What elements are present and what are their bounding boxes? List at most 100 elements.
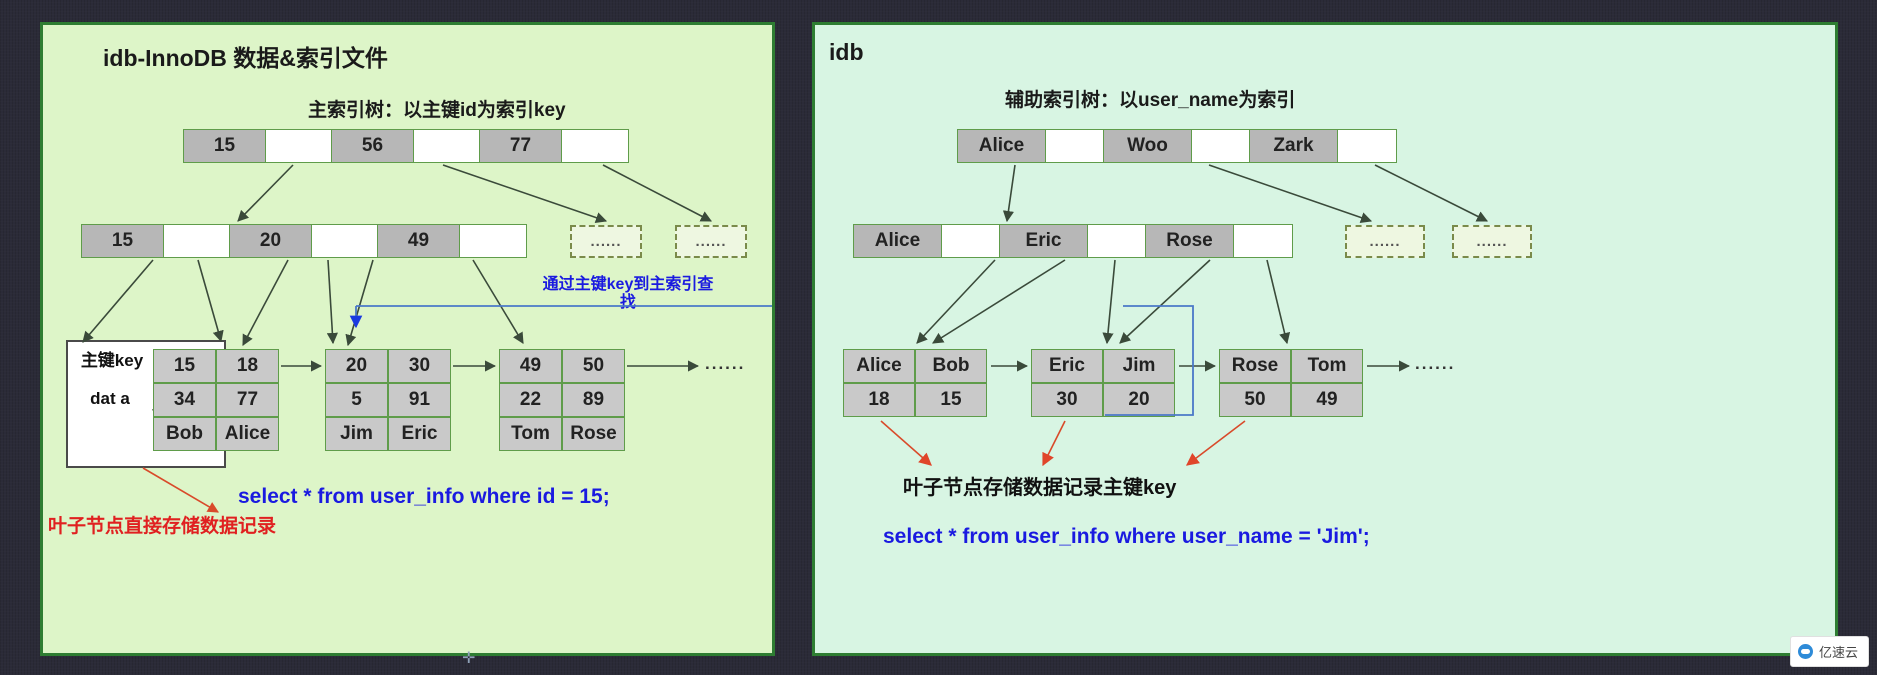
right-dashed-node: ...... (1345, 225, 1425, 258)
root-key-cell: 15 (184, 130, 266, 162)
leaf-data-cell: 22 (499, 383, 562, 417)
dashed-ellipsis: ...... (590, 233, 622, 250)
internal-key-cell: Rose (1146, 225, 1234, 257)
leaf-key-cell: 20 (325, 349, 388, 383)
right-leaf-node: Alice Bob 18 15 (843, 349, 987, 417)
root-pointer-cell (266, 130, 332, 162)
leaf-row-keys: Alice Bob (843, 349, 987, 383)
leaf-data-cell: Tom (499, 417, 562, 451)
leaf-pk-cell: 18 (843, 383, 915, 417)
leaf-row-data: Tom Rose (499, 417, 625, 451)
internal-key-cell: Eric (1000, 225, 1088, 257)
frame-label-primary-key: 主键key (80, 351, 144, 370)
watermark-logo-icon (1797, 644, 1813, 659)
frame-label-data: dat a (90, 389, 130, 408)
leaf-key-cell: Eric (1031, 349, 1103, 383)
left-root-node: 15 56 77 (183, 129, 629, 163)
dashed-ellipsis: ...... (695, 233, 727, 250)
left-leaf-node: 20 30 5 91 Jim Eric (325, 349, 451, 451)
leaf-key-cell: 18 (216, 349, 279, 383)
internal-pointer-cell (312, 225, 378, 257)
root-pointer-cell (1338, 130, 1396, 162)
dashed-ellipsis: ...... (1476, 233, 1508, 250)
leaf-row-data: 18 15 (843, 383, 987, 417)
root-pointer-cell (414, 130, 480, 162)
leaf-pk-cell: 30 (1031, 383, 1103, 417)
leaf-row-keys: Eric Jim (1031, 349, 1175, 383)
leaf-data-cell: 77 (216, 383, 279, 417)
left-note-red: 叶子节点直接存储数据记录 (48, 516, 277, 537)
root-pointer-cell (1192, 130, 1250, 162)
leaf-key-cell: Alice (843, 349, 915, 383)
left-leaf-node: 15 18 34 77 Bob Alice (153, 349, 279, 451)
root-pointer-cell (1046, 130, 1104, 162)
leaf-key-cell: 30 (388, 349, 451, 383)
dashed-ellipsis: ...... (1369, 233, 1401, 250)
root-key-cell: Zark (1250, 130, 1338, 162)
leaf-row-data: 5 91 (325, 383, 451, 417)
root-key-cell: 77 (480, 130, 562, 162)
right-leaf-node: Eric Jim 30 20 (1031, 349, 1175, 417)
right-panel-connectors (880, 164, 1489, 467)
watermark-text: 亿速云 (1818, 645, 1858, 660)
right-root-node: Alice Woo Zark (957, 129, 1397, 163)
right-internal-node: Alice Eric Rose (853, 224, 1293, 258)
internal-pointer-cell (1088, 225, 1146, 257)
leaf-data-cell: Eric (388, 417, 451, 451)
leaf-data-cell: Bob (153, 417, 216, 451)
root-key-cell: Alice (958, 130, 1046, 162)
right-leaf-node: Rose Tom 50 49 (1219, 349, 1363, 417)
left-internal-node: 15 20 49 (81, 224, 527, 258)
leaf-data-cell: 34 (153, 383, 216, 417)
right-leaf-tail-ellipsis: ...... (1415, 354, 1456, 373)
internal-pointer-cell (942, 225, 1000, 257)
leaf-row-keys: Rose Tom (1219, 349, 1363, 383)
left-tree-title: 主索引树：以主键id为索引key (308, 100, 566, 121)
leaf-pk-cell: 15 (915, 383, 987, 417)
left-panel-title: idb-InnoDB 数据&索引文件 (103, 45, 388, 71)
leaf-row-data: Jim Eric (325, 417, 451, 451)
leaf-row-data: Bob Alice (153, 417, 279, 451)
root-key-cell: Woo (1104, 130, 1192, 162)
right-note-leaf-desc: 叶子节点存储数据记录主键key (903, 477, 1177, 499)
internal-key-cell: Alice (854, 225, 942, 257)
leaf-row-keys: 49 50 (499, 349, 625, 383)
leaf-row-data: 22 89 (499, 383, 625, 417)
leaf-data-cell: Jim (325, 417, 388, 451)
leaf-data-cell: Alice (216, 417, 279, 451)
leaf-row-data: 50 49 (1219, 383, 1363, 417)
right-panel-secondary-index: idb 辅助索引树：以user_name为索引 Alice Woo Zark A… (812, 22, 1838, 656)
leaf-data-cell: 89 (562, 383, 625, 417)
left-dashed-node: ...... (570, 225, 642, 258)
right-tree-title: 辅助索引树：以user_name为索引 (1005, 90, 1296, 111)
internal-key-cell: 49 (378, 225, 460, 257)
watermark: 亿速云 (1789, 636, 1869, 667)
leaf-row-keys: 20 30 (325, 349, 451, 383)
root-key-cell: 56 (332, 130, 414, 162)
root-pointer-cell (562, 130, 628, 162)
internal-pointer-cell (1234, 225, 1292, 257)
internal-pointer-cell (460, 225, 526, 257)
left-leaf-node: 49 50 22 89 Tom Rose (499, 349, 625, 451)
leaf-key-cell: 49 (499, 349, 562, 383)
left-dashed-node: ...... (675, 225, 747, 258)
left-leaf-tail-ellipsis: ...... (705, 354, 746, 373)
leaf-pk-cell: 20 (1103, 383, 1175, 417)
leaf-key-cell: Rose (1219, 349, 1291, 383)
left-panel-primary-index: idb-InnoDB 数据&索引文件 主索引树：以主键id为索引key 15 5… (40, 22, 775, 656)
internal-key-cell: 15 (82, 225, 164, 257)
leaf-row-keys: 15 18 (153, 349, 279, 383)
leaf-pk-cell: 50 (1219, 383, 1291, 417)
right-note-sql: select * from user_info where user_name … (883, 525, 1370, 548)
leaf-data-cell: 5 (325, 383, 388, 417)
internal-key-cell: 20 (230, 225, 312, 257)
leaf-row-data: 34 77 (153, 383, 279, 417)
leaf-key-cell: Bob (915, 349, 987, 383)
leaf-pk-cell: 49 (1291, 383, 1363, 417)
mouse-cursor-icon: ✛ (462, 650, 476, 667)
left-note-lookup: 通过主键key到主索引查 找 (542, 276, 714, 312)
leaf-data-cell: Rose (562, 417, 625, 451)
screenshot-root: idb-InnoDB 数据&索引文件 主索引树：以主键id为索引key 15 5… (0, 0, 1877, 675)
left-note-sql: select * from user_info where id = 15; (238, 485, 610, 508)
right-dashed-node: ...... (1452, 225, 1532, 258)
